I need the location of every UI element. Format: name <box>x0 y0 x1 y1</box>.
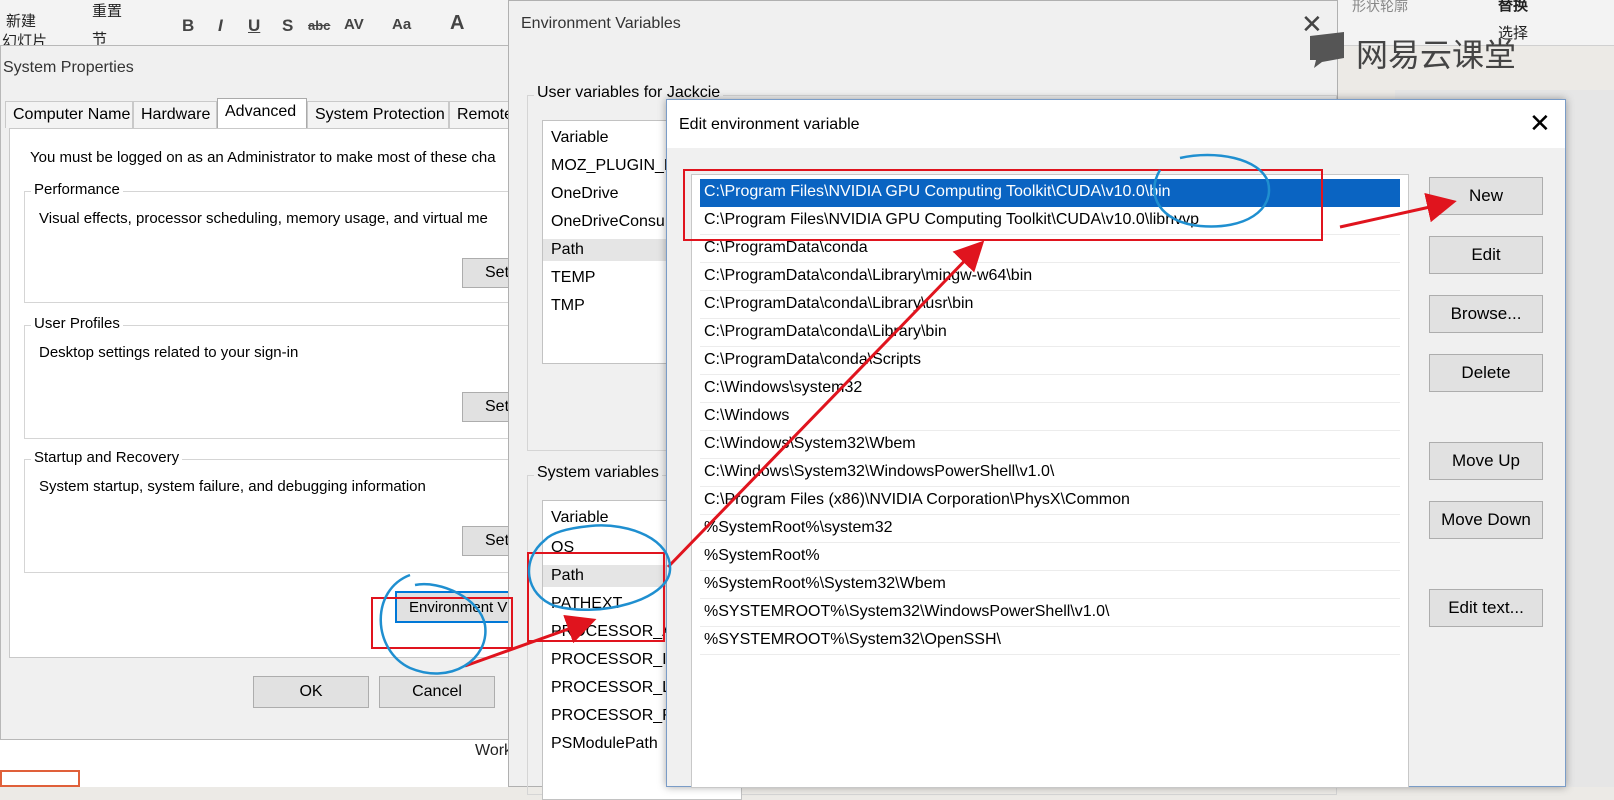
startup-recovery-title: Startup and Recovery <box>31 449 183 466</box>
user-profiles-group: User Profiles Desktop settings related t… <box>24 315 542 439</box>
user-profiles-desc: Desktop settings related to your sign-in <box>39 344 299 361</box>
edit-environment-variable-dialog: Edit environment variable ✕ C:\Program F… <box>666 99 1566 788</box>
path-item[interactable]: %SystemRoot%\System32\Wbem <box>700 571 1400 599</box>
move-up-button[interactable]: Move Up <box>1429 442 1543 480</box>
list-item[interactable]: PROCESSOR_R <box>551 707 674 725</box>
ok-button[interactable]: OK <box>253 676 369 708</box>
environment-variables-button[interactable]: Environment V <box>395 591 525 623</box>
list-item[interactable]: MOZ_PLUGIN_P <box>551 157 675 175</box>
watermark-text: 网易云课堂 <box>1356 37 1517 73</box>
bold-button[interactable]: B <box>182 16 194 36</box>
list-item[interactable]: OS <box>551 539 574 557</box>
watermark-logo: 网易云课堂 <box>1306 28 1538 73</box>
char-spacing-button[interactable]: AV <box>344 16 364 33</box>
logo-icon <box>1310 32 1344 68</box>
path-item[interactable]: C:\Program Files\NVIDIA GPU Computing To… <box>700 207 1400 235</box>
path-item[interactable]: C:\ProgramData\conda\Library\bin <box>700 319 1400 347</box>
dialog-title: Environment Variables <box>521 15 681 32</box>
path-item[interactable]: C:\Program Files\NVIDIA GPU Computing To… <box>700 179 1400 207</box>
underline-button[interactable]: U <box>248 16 260 36</box>
path-item[interactable]: C:\ProgramData\conda\Scripts <box>700 347 1400 375</box>
slide-thumbnail[interactable] <box>0 770 80 787</box>
list-item[interactable]: TMP <box>551 297 585 315</box>
path-item[interactable]: C:\Program Files (x86)\NVIDIA Corporatio… <box>700 487 1400 515</box>
tab-advanced[interactable]: Advanced <box>217 98 307 129</box>
italic-button[interactable]: I <box>218 16 223 36</box>
strikethrough-button[interactable]: abc <box>308 18 330 33</box>
font-color-button[interactable]: A <box>450 12 464 35</box>
list-item[interactable]: PROCESSOR_A <box>551 623 673 641</box>
dialog-title: Edit environment variable <box>679 116 860 133</box>
startup-recovery-desc: System startup, system failure, and debu… <box>39 478 426 495</box>
path-item[interactable]: %SystemRoot%\system32 <box>700 515 1400 543</box>
startup-recovery-group: Startup and Recovery System startup, sys… <box>24 449 542 573</box>
list-item[interactable]: PROCESSOR_ID <box>551 651 678 669</box>
delete-button[interactable]: Delete <box>1429 354 1543 392</box>
edit-text-button[interactable]: Edit text... <box>1429 589 1543 627</box>
document-text: Work <box>475 742 513 759</box>
path-item[interactable]: C:\Windows\System32\WindowsPowerShell\v1… <box>700 459 1400 487</box>
system-properties-dialog: System Properties Computer Name Hardware… <box>0 45 542 740</box>
list-header[interactable]: Variable <box>551 509 609 527</box>
list-item[interactable]: PSModulePath <box>551 735 658 753</box>
list-item[interactable]: PROCESSOR_LE <box>551 679 682 697</box>
path-item[interactable]: %SYSTEMROOT%\System32\WindowsPowerShell\… <box>700 599 1400 627</box>
path-item[interactable]: C:\ProgramData\conda\Library\usr\bin <box>700 291 1400 319</box>
performance-desc: Visual effects, processor scheduling, me… <box>39 210 488 227</box>
new-button[interactable]: New <box>1429 177 1543 215</box>
tab-system-protection[interactable]: System Protection <box>307 101 449 128</box>
path-item[interactable]: C:\Windows\System32\Wbem <box>700 431 1400 459</box>
list-header[interactable]: Variable <box>551 129 609 147</box>
list-item[interactable]: PATHEXT <box>551 595 622 613</box>
admin-note: You must be logged on as an Administrato… <box>30 149 496 166</box>
change-case-button[interactable]: Aa <box>392 16 411 33</box>
edit-button[interactable]: Edit <box>1429 236 1543 274</box>
cancel-button[interactable]: Cancel <box>379 676 495 708</box>
tab-hardware[interactable]: Hardware <box>133 101 217 128</box>
dialog-title: System Properties <box>3 59 134 76</box>
performance-group: Performance Visual effects, processor sc… <box>24 181 542 303</box>
list-item[interactable]: TEMP <box>551 269 595 287</box>
path-item[interactable]: C:\Windows\system32 <box>700 375 1400 403</box>
path-item[interactable]: %SYSTEMROOT%\System32\OpenSSH\ <box>700 627 1400 655</box>
system-variables-title: System variables <box>534 464 662 482</box>
tab-computer-name[interactable]: Computer Name <box>5 101 133 128</box>
browse-button[interactable]: Browse... <box>1429 295 1543 333</box>
path-list[interactable]: C:\Program Files\NVIDIA GPU Computing To… <box>691 174 1409 788</box>
move-down-button[interactable]: Move Down <box>1429 501 1543 539</box>
reset-label[interactable]: 重置 <box>92 0 122 21</box>
path-item[interactable]: C:\ProgramData\conda <box>700 235 1400 263</box>
list-item[interactable]: OneDrive <box>551 185 619 203</box>
new-slide-label[interactable]: 新建 <box>6 10 36 31</box>
user-profiles-title: User Profiles <box>31 315 123 332</box>
shape-outline-label[interactable]: 形状轮廓 <box>1352 0 1408 16</box>
shadow-button[interactable]: S <box>282 16 293 36</box>
path-item[interactable]: C:\ProgramData\conda\Library\mingw-w64\b… <box>700 263 1400 291</box>
path-item[interactable]: %SystemRoot% <box>700 543 1400 571</box>
advanced-tab-panel: You must be logged on as an Administrato… <box>9 128 542 658</box>
close-icon[interactable]: ✕ <box>1529 108 1551 139</box>
list-item[interactable]: OneDriveConsu <box>551 213 665 231</box>
replace-label[interactable]: 替换 <box>1498 0 1528 15</box>
performance-title: Performance <box>31 181 123 198</box>
path-item[interactable]: C:\Windows <box>700 403 1400 431</box>
